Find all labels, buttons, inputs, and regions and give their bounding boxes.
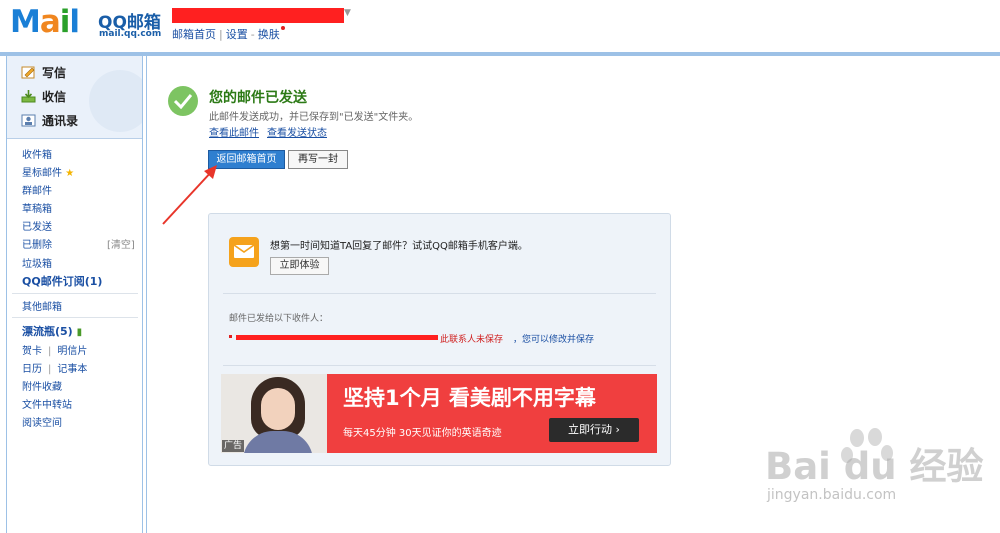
notification-dot-icon xyxy=(280,26,285,30)
folder-sent[interactable]: 已发送 xyxy=(22,218,52,233)
bottle-icon: ▮ xyxy=(76,327,83,338)
calendar-link[interactable]: 日历 xyxy=(22,364,42,375)
sidebar-divider xyxy=(12,317,138,318)
contacts-icon xyxy=(21,114,36,127)
change-skin-link[interactable]: 换肤 xyxy=(258,28,280,41)
ad-banner[interactable]: 广告 坚持1个月 看美剧不用字幕 每天45分钟 30天见证你的英语奇迹 立即行动… xyxy=(221,374,657,453)
post-send-card: 想第一时间知道TA回复了邮件？试试QQ邮箱手机客户端。 立即体验 邮件已发给以下… xyxy=(208,213,671,466)
compose-icon xyxy=(21,66,35,79)
folder-deleted[interactable]: 已删除 xyxy=(22,236,52,251)
folder-starred[interactable]: 星标邮件 ★ xyxy=(22,164,74,179)
write-another-button[interactable]: 再写一封 xyxy=(288,150,348,169)
mail-app-icon xyxy=(229,237,259,267)
folder-spam[interactable]: 垃圾箱 xyxy=(22,255,52,270)
folder-attachments[interactable]: 附件收藏 xyxy=(22,378,62,393)
ad-subtitle: 每天45分钟 30天见证你的英语奇迹 xyxy=(343,428,502,439)
watermark-url: jingyan.baidu.com xyxy=(767,487,897,503)
notepad-link[interactable]: 记事本 xyxy=(57,364,87,375)
watermark-text: Bai du 经验 xyxy=(765,445,984,488)
compose-button[interactable]: 写信 xyxy=(21,64,66,81)
recipients-label: 邮件已发给以下收件人： xyxy=(229,314,329,324)
mail-logo-text: Mail xyxy=(10,4,80,40)
folder-drafts[interactable]: 草稿箱 xyxy=(22,200,52,215)
top-links: 邮箱首页 | 设置 - 换肤 xyxy=(172,26,285,42)
settings-link[interactable]: 设置 xyxy=(226,28,248,41)
ad-headline: 坚持1个月 看美剧不用字幕 xyxy=(343,386,596,410)
penguin-decoration-icon xyxy=(89,70,142,132)
star-icon: ★ xyxy=(65,168,75,179)
folder-reading-space[interactable]: 阅读空间 xyxy=(22,414,62,429)
ad-photo: 广告 xyxy=(221,374,327,453)
folder-inbox[interactable]: 收件箱 xyxy=(22,146,52,161)
folder-other-mailboxes[interactable]: 其他邮箱 xyxy=(22,298,62,313)
ad-tag: 广告 xyxy=(222,440,245,452)
sidebar: 写信 收信 通讯录 收件箱 星标邮件 ★ 群邮件 草稿箱 已发送 已删除 [清空… xyxy=(6,56,143,533)
receive-button[interactable]: 收信 xyxy=(21,88,66,105)
edit-save-contact-link[interactable]: ，您可以修改并保存 xyxy=(513,332,594,345)
sent-description: 此邮件发送成功，并已保存到"已发送"文件夹。 xyxy=(209,112,419,123)
folder-file-transfer[interactable]: 文件中转站 xyxy=(22,396,72,411)
card-divider xyxy=(223,293,656,294)
mailbox-home-link[interactable]: 邮箱首页 xyxy=(172,28,216,41)
card-divider xyxy=(223,365,656,366)
contact-not-saved-text: 此联系人未保存 xyxy=(440,335,504,345)
postcard-link[interactable]: 明信片 xyxy=(57,346,87,357)
sidebar-actions: 写信 收信 通讯录 xyxy=(7,56,142,139)
page-title: 您的邮件已发送 xyxy=(209,90,307,106)
ad-cta-button[interactable]: 立即行动 › xyxy=(549,418,639,442)
contacts-button[interactable]: 通讯录 xyxy=(21,112,78,129)
folder-group[interactable]: 群邮件 xyxy=(22,182,52,197)
calendar-links: 日历 | 记事本 xyxy=(22,364,88,375)
clear-deleted-link[interactable]: [清空] xyxy=(107,236,135,251)
header: Mail QQ邮箱 mail.qq.com ▼ 邮箱首页 | 设置 - 换肤 xyxy=(0,0,1000,52)
success-check-icon xyxy=(168,86,198,116)
greeting-card-link[interactable]: 贺卡 xyxy=(22,346,42,357)
inbox-download-icon xyxy=(21,90,36,103)
view-mail-link[interactable]: 查看此邮件 xyxy=(209,128,259,139)
sidebar-divider xyxy=(12,293,138,294)
folder-subscriptions[interactable]: QQ邮件订阅(1) xyxy=(22,273,102,289)
recipient-address-redacted xyxy=(236,335,438,340)
account-dropdown-icon[interactable]: ▼ xyxy=(344,8,351,18)
logo-domain-text: mail.qq.com xyxy=(99,29,162,39)
try-now-button[interactable]: 立即体验 xyxy=(270,257,329,275)
view-status-link[interactable]: 查看发送状态 xyxy=(267,128,327,139)
card-links: 贺卡 | 明信片 xyxy=(22,346,88,357)
folder-drift-bottle[interactable]: 漂流瓶(5) ▮ xyxy=(22,323,82,339)
account-name-redacted[interactable] xyxy=(172,8,344,23)
sent-links: 查看此邮件 查看发送状态 xyxy=(209,124,335,139)
mobile-app-promo-text: 想第一时间知道TA回复了邮件？试试QQ邮箱手机客户端。 xyxy=(270,241,528,252)
baidu-jingyan-watermark: Bai du 经验 jingyan.baidu.com xyxy=(765,428,993,524)
